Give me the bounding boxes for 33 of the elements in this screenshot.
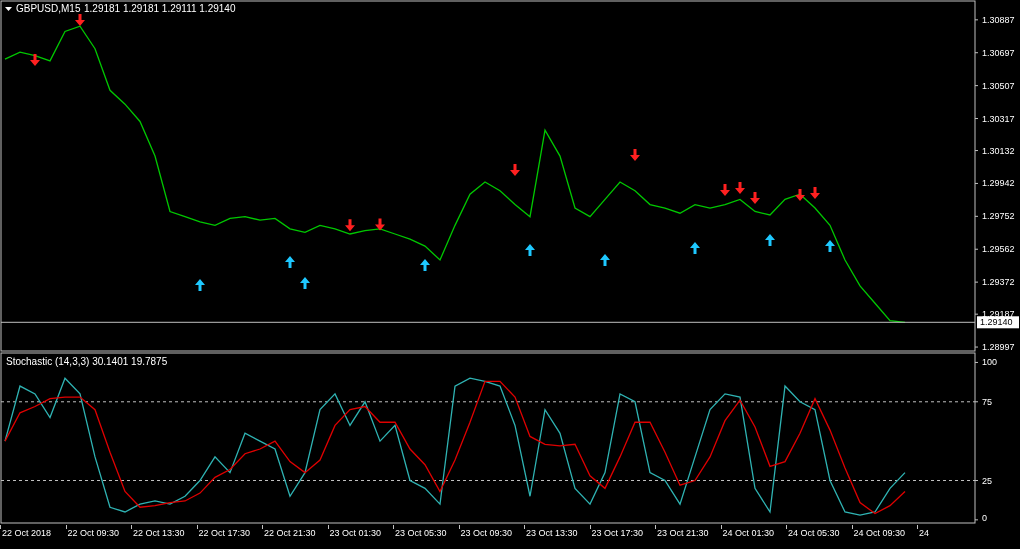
time-axis-label: 23 Oct 01:30 xyxy=(329,527,382,540)
time-axis-label: 23 Oct 09:30 xyxy=(460,527,513,540)
time-axis-label: 22 Oct 09:30 xyxy=(67,527,120,540)
price-axis-label: 1.30317 xyxy=(982,113,1015,124)
price-axis-label: 1.28997 xyxy=(982,342,1015,352)
time-axis-label: 23 Oct 17:30 xyxy=(591,527,644,540)
time-axis-label: 24 xyxy=(919,527,929,540)
price-axis-label: 1.29752 xyxy=(982,211,1015,222)
chart-symbol: GBPUSD,M15 xyxy=(16,3,81,14)
indicator-axis-label: 0 xyxy=(982,513,987,523)
time-axis-label: 23 Oct 05:30 xyxy=(395,527,447,540)
indicator-axis-label: 25 xyxy=(982,475,992,486)
time-axis-label: 23 Oct 21:30 xyxy=(657,527,709,540)
indicator-title: Stochastic (14,3,3) 30.1401 19.7875 xyxy=(6,356,168,367)
time-axis-label: 22 Oct 13:30 xyxy=(133,527,185,540)
time-axis-label: 22 Oct 21:30 xyxy=(264,527,316,540)
price-axis-label: 1.29942 xyxy=(982,178,1015,189)
time-axis-label: 24 Oct 05:30 xyxy=(788,527,840,540)
price-axis-label: 1.30132 xyxy=(982,145,1015,156)
price-axis-label: 1.29562 xyxy=(982,244,1015,255)
price-axis-label: 1.30507 xyxy=(982,80,1015,91)
time-axis-label: 23 Oct 13:30 xyxy=(526,527,578,540)
time-axis-label: 22 Oct 2018 xyxy=(2,527,52,540)
price-axis-label: 1.29372 xyxy=(982,277,1015,288)
current-price-label: 1.29140 xyxy=(977,316,1019,329)
price-axis-label: 1.30697 xyxy=(982,47,1015,58)
indicator-axis-label: 100 xyxy=(982,357,998,368)
time-axis-label: 24 Oct 01:30 xyxy=(722,527,775,540)
chart-quote: 1.29181 1.29181 1.29111 1.29140 xyxy=(84,3,236,14)
time-axis-label: 22 Oct 17:30 xyxy=(198,527,251,540)
price-axis-label: 1.30887 xyxy=(982,14,1015,25)
indicator-axis-label: 75 xyxy=(982,396,992,407)
time-axis-label: 24 Oct 09:30 xyxy=(853,527,906,540)
